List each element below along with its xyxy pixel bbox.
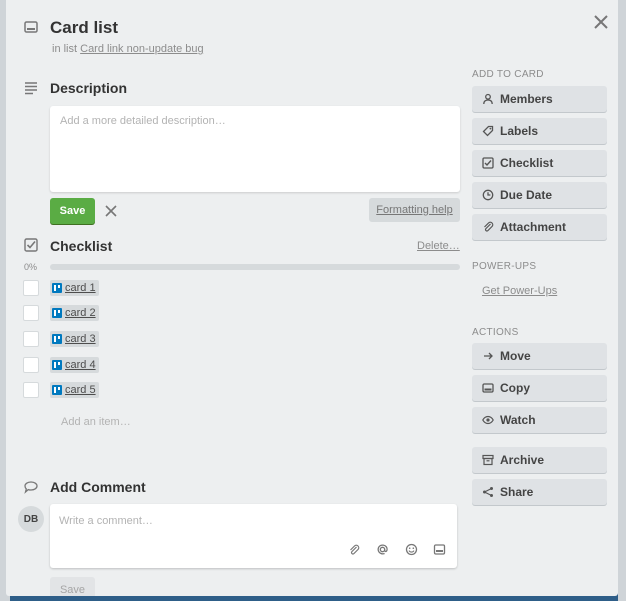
description-icon (24, 81, 38, 95)
checklist-item-checkbox[interactable] (23, 280, 39, 296)
card-icon (482, 382, 494, 394)
checklist-label: Checklist (500, 156, 554, 170)
move-label: Move (500, 349, 531, 363)
checklist-progress-bar (50, 264, 460, 270)
comment-placeholder: Write a comment… (59, 515, 153, 527)
move-button[interactable]: Move (472, 343, 607, 369)
card-attach-icon[interactable] (433, 543, 446, 556)
share-icon (482, 486, 494, 498)
archive-label: Archive (500, 453, 545, 467)
close-icon[interactable] (592, 13, 610, 31)
share-label: Share (500, 485, 534, 499)
emoji-icon[interactable] (405, 543, 418, 556)
description-heading: Description (50, 80, 128, 96)
checklist-item-card-link[interactable]: card 5 (50, 382, 99, 398)
arrow-right-icon (482, 350, 494, 362)
trello-card-icon (52, 334, 62, 344)
board-background-right (618, 0, 626, 601)
archive-button[interactable]: Archive (472, 447, 607, 473)
attach-icon[interactable] (348, 544, 360, 556)
trello-card-icon (52, 360, 62, 370)
checklist-heading[interactable]: Checklist (50, 238, 112, 254)
eye-icon (482, 414, 494, 426)
paperclip-icon (482, 221, 494, 233)
checklist-progress-percent: 0% (24, 262, 38, 272)
card-title[interactable]: Card list (50, 18, 118, 38)
attachment-button[interactable]: Attachment (472, 214, 607, 240)
mention-icon[interactable] (376, 543, 389, 556)
avatar[interactable]: DB (18, 506, 44, 532)
delete-checklist-link[interactable]: Delete… (417, 240, 460, 252)
members-button[interactable]: Members (472, 86, 607, 112)
card-icon (24, 20, 38, 34)
attachment-label: Attachment (500, 220, 567, 234)
trello-card-icon (52, 385, 62, 395)
due-date-label: Due Date (500, 188, 553, 202)
copy-button[interactable]: Copy (472, 375, 607, 401)
card-list-info: in list Card link non-update bug (52, 43, 204, 55)
checklist-item-checkbox[interactable] (23, 382, 39, 398)
watch-label: Watch (500, 413, 536, 427)
checklist-item-card-link[interactable]: card 1 (50, 280, 99, 296)
watch-button[interactable]: Watch (472, 407, 607, 433)
checkbox-icon (482, 157, 494, 169)
checklist-button[interactable]: Checklist (472, 150, 607, 176)
description-input[interactable]: Add a more detailed description… (50, 106, 460, 192)
tag-icon (482, 125, 494, 137)
cancel-edit-icon[interactable] (104, 204, 118, 218)
checklist-item-label: card 3 (65, 333, 96, 345)
trello-card-icon (52, 308, 62, 318)
copy-label: Copy (500, 381, 530, 395)
checklist-item-card-link[interactable]: card 4 (50, 357, 99, 373)
save-comment-button[interactable]: Save (50, 577, 95, 596)
comment-input[interactable]: Write a comment… (50, 504, 457, 568)
description-placeholder: Add a more detailed description… (60, 115, 226, 127)
checklist-item-label: card 4 (65, 359, 96, 371)
labels-label: Labels (500, 124, 539, 138)
add-comment-heading: Add Comment (50, 479, 146, 495)
power-ups-heading: POWER-UPS (472, 261, 537, 272)
add-to-card-heading: ADD TO CARD (472, 69, 544, 80)
archive-icon (482, 454, 494, 466)
checklist-item-checkbox[interactable] (23, 331, 39, 347)
checklist-item-card-link[interactable]: card 2 (50, 305, 99, 321)
checklist-item-checkbox[interactable] (23, 305, 39, 321)
in-list-prefix: in list (52, 43, 78, 55)
checklist-item-checkbox[interactable] (23, 357, 39, 373)
save-description-button[interactable]: Save (50, 198, 95, 224)
members-label: Members (500, 92, 553, 106)
clock-icon (482, 189, 494, 201)
checklist-item-label: card 2 (65, 307, 96, 319)
trello-card-icon (52, 283, 62, 293)
checklist-item-label: card 5 (65, 384, 96, 396)
share-button[interactable]: Share (472, 479, 607, 505)
comment-icon (24, 480, 38, 494)
list-name-link[interactable]: Card link non-update bug (80, 43, 204, 55)
person-icon (482, 93, 494, 105)
get-power-ups-link[interactable]: Get Power-Ups (482, 285, 557, 297)
formatting-help-button[interactable]: Formatting help (369, 198, 460, 222)
card-detail-modal: Card list in list Card link non-update b… (6, 0, 618, 596)
due-date-button[interactable]: Due Date (472, 182, 607, 208)
labels-button[interactable]: Labels (472, 118, 607, 144)
actions-heading: ACTIONS (472, 327, 519, 338)
checklist-item-label: card 1 (65, 282, 96, 294)
checklist-item-card-link[interactable]: card 3 (50, 331, 99, 347)
add-checklist-item-input[interactable]: Add an item… (61, 416, 131, 428)
checklist-icon (24, 238, 39, 253)
